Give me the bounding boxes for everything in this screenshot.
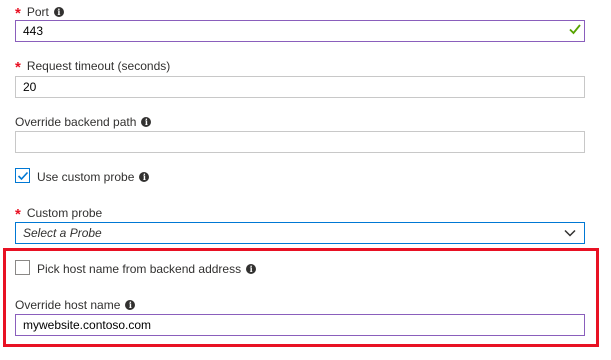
request-timeout-input[interactable] xyxy=(15,76,585,98)
override-host-name-label: Override host name i xyxy=(15,297,136,313)
override-backend-path-label: Override backend path i xyxy=(15,114,152,130)
required-marker: * xyxy=(15,59,21,76)
override-backend-path-input[interactable] xyxy=(15,131,585,153)
info-icon[interactable]: i xyxy=(246,264,257,274)
valid-check-icon xyxy=(569,24,581,35)
pick-host-name-label-text: Pick host name from backend address xyxy=(37,262,242,276)
request-timeout-label: * Request timeout (seconds) xyxy=(15,58,171,76)
info-icon[interactable]: i xyxy=(141,117,152,127)
port-label-text: Port xyxy=(26,5,49,19)
custom-probe-selected: Select a Probe xyxy=(23,226,102,240)
use-custom-probe-checkbox[interactable] xyxy=(15,168,30,183)
custom-probe-label-text: Custom probe xyxy=(26,206,103,220)
use-custom-probe-label: Use custom probe i xyxy=(37,169,150,185)
override-backend-path-label-text: Override backend path xyxy=(15,115,137,129)
port-input[interactable] xyxy=(15,20,585,42)
pick-host-name-label: Pick host name from backend address i xyxy=(37,261,257,277)
required-marker: * xyxy=(15,5,21,22)
info-icon[interactable]: i xyxy=(125,300,136,310)
override-host-name-input[interactable] xyxy=(15,314,585,336)
chevron-down-icon xyxy=(564,229,576,237)
required-marker: * xyxy=(15,206,21,223)
pick-host-name-checkbox[interactable] xyxy=(15,260,30,275)
custom-probe-dropdown[interactable]: Select a Probe xyxy=(15,222,585,244)
use-custom-probe-label-text: Use custom probe xyxy=(37,170,135,184)
custom-probe-label: * Custom probe xyxy=(15,205,103,223)
checkmark-icon xyxy=(17,171,29,181)
request-timeout-label-text: Request timeout (seconds) xyxy=(26,59,171,73)
port-label: * Port i xyxy=(15,4,64,22)
info-icon[interactable]: i xyxy=(53,7,64,17)
override-host-name-label-text: Override host name xyxy=(15,298,121,312)
info-icon[interactable]: i xyxy=(139,172,150,182)
